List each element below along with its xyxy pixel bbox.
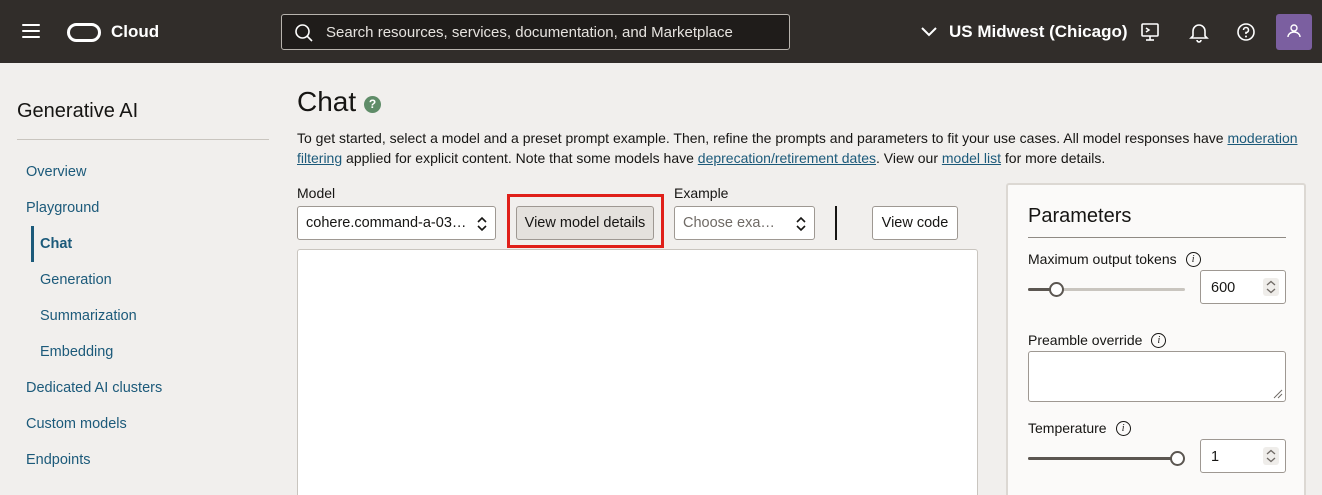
info-icon[interactable]: i bbox=[1185, 251, 1201, 267]
bell-icon[interactable] bbox=[1188, 21, 1210, 43]
toolbar-separator bbox=[835, 206, 837, 240]
region-label: US Midwest (Chicago) bbox=[949, 22, 1128, 41]
max-tokens-label-text: Maximum output tokens bbox=[1028, 251, 1177, 267]
user-icon bbox=[1287, 24, 1301, 38]
highlight-box bbox=[507, 194, 664, 248]
intro-part: for more details. bbox=[1001, 150, 1106, 166]
max-tokens-value: 600 bbox=[1211, 280, 1236, 296]
model-list-link[interactable]: model list bbox=[942, 150, 1001, 166]
help-badge-icon[interactable]: ? bbox=[364, 96, 381, 113]
model-select[interactable]: cohere.command-a-03-2025 bbox=[297, 206, 496, 240]
temperature-slider-fill bbox=[1028, 457, 1178, 460]
preamble-label-text: Preamble override bbox=[1028, 332, 1143, 348]
temperature-value: 1 bbox=[1211, 449, 1220, 465]
temperature-label: Temperature i bbox=[1028, 420, 1131, 436]
parameters-divider bbox=[1028, 237, 1286, 238]
temperature-input[interactable]: 1 bbox=[1200, 439, 1286, 473]
select-arrows-icon bbox=[796, 216, 806, 232]
temperature-label-text: Temperature bbox=[1028, 420, 1107, 436]
chat-area[interactable] bbox=[297, 249, 978, 495]
stepper-icon[interactable] bbox=[1263, 447, 1279, 465]
info-icon[interactable]: i bbox=[1115, 420, 1131, 436]
info-icon[interactable]: i bbox=[1151, 332, 1167, 348]
search-box[interactable] bbox=[281, 14, 790, 50]
example-label: Example bbox=[674, 185, 729, 201]
example-select-placeholder: Choose example bbox=[683, 215, 792, 231]
oracle-logo-icon[interactable] bbox=[67, 23, 101, 42]
view-code-button[interactable]: View code bbox=[872, 206, 958, 240]
brand-name[interactable]: Cloud bbox=[111, 22, 159, 42]
example-select[interactable]: Choose example bbox=[674, 206, 815, 240]
temperature-slider[interactable] bbox=[1028, 451, 1185, 466]
sidebar-item-overview[interactable]: Overview bbox=[26, 164, 86, 180]
model-select-value: cohere.command-a-03-2025 bbox=[306, 215, 489, 231]
max-tokens-slider-thumb[interactable] bbox=[1049, 282, 1065, 297]
sidebar-divider bbox=[17, 139, 269, 140]
chevron-down-icon bbox=[921, 27, 937, 37]
stepper-icon[interactable] bbox=[1263, 278, 1279, 296]
max-tokens-input[interactable]: 600 bbox=[1200, 270, 1286, 304]
parameters-panel: Parameters Maximum output tokens i 600 P… bbox=[1006, 183, 1306, 495]
search-input[interactable] bbox=[326, 15, 776, 49]
page-title: Chat bbox=[297, 86, 357, 117]
help-icon[interactable] bbox=[1235, 21, 1257, 43]
intro-part: To get started, select a model and a pre… bbox=[297, 130, 1228, 146]
model-label: Model bbox=[297, 185, 336, 201]
max-tokens-slider[interactable] bbox=[1028, 282, 1185, 297]
sidebar-item-embedding[interactable]: Embedding bbox=[40, 344, 113, 360]
user-avatar[interactable] bbox=[1276, 14, 1312, 50]
sidebar-item-summarization[interactable]: Summarization bbox=[40, 308, 137, 324]
max-tokens-label: Maximum output tokens i bbox=[1028, 251, 1201, 267]
sidebar-title: Generative AI bbox=[17, 100, 139, 122]
sidebar-item-chat[interactable]: Chat bbox=[40, 236, 72, 252]
preamble-textarea[interactable] bbox=[1028, 351, 1286, 402]
intro-text: To get started, select a model and a pre… bbox=[297, 128, 1312, 168]
deprecation-link[interactable]: deprecation/retirement dates bbox=[698, 150, 876, 166]
sidebar-item-endpoints[interactable]: Endpoints bbox=[26, 452, 91, 468]
active-indicator bbox=[31, 226, 34, 262]
top-bar: Cloud US Midwest (Chicago) bbox=[0, 0, 1322, 63]
region-selector[interactable]: US Midwest (Chicago) bbox=[921, 22, 1128, 42]
sidebar-item-custom-models[interactable]: Custom models bbox=[26, 416, 127, 432]
menu-icon[interactable] bbox=[22, 24, 40, 40]
cloud-shell-icon[interactable] bbox=[1139, 21, 1161, 43]
intro-part: applied for explicit content. Note that … bbox=[342, 150, 698, 166]
preamble-label: Preamble override i bbox=[1028, 332, 1167, 348]
sidebar-item-dedicated-ai-clusters[interactable]: Dedicated AI clusters bbox=[26, 380, 162, 396]
temperature-slider-thumb[interactable] bbox=[1170, 451, 1185, 466]
intro-part: . View our bbox=[876, 150, 942, 166]
select-arrows-icon bbox=[477, 216, 487, 232]
sidebar-item-playground[interactable]: Playground bbox=[26, 200, 99, 216]
search-icon bbox=[295, 24, 313, 42]
parameters-title: Parameters bbox=[1028, 205, 1132, 227]
resize-handle-icon[interactable] bbox=[1273, 389, 1283, 399]
sidebar-item-generation[interactable]: Generation bbox=[40, 272, 112, 288]
